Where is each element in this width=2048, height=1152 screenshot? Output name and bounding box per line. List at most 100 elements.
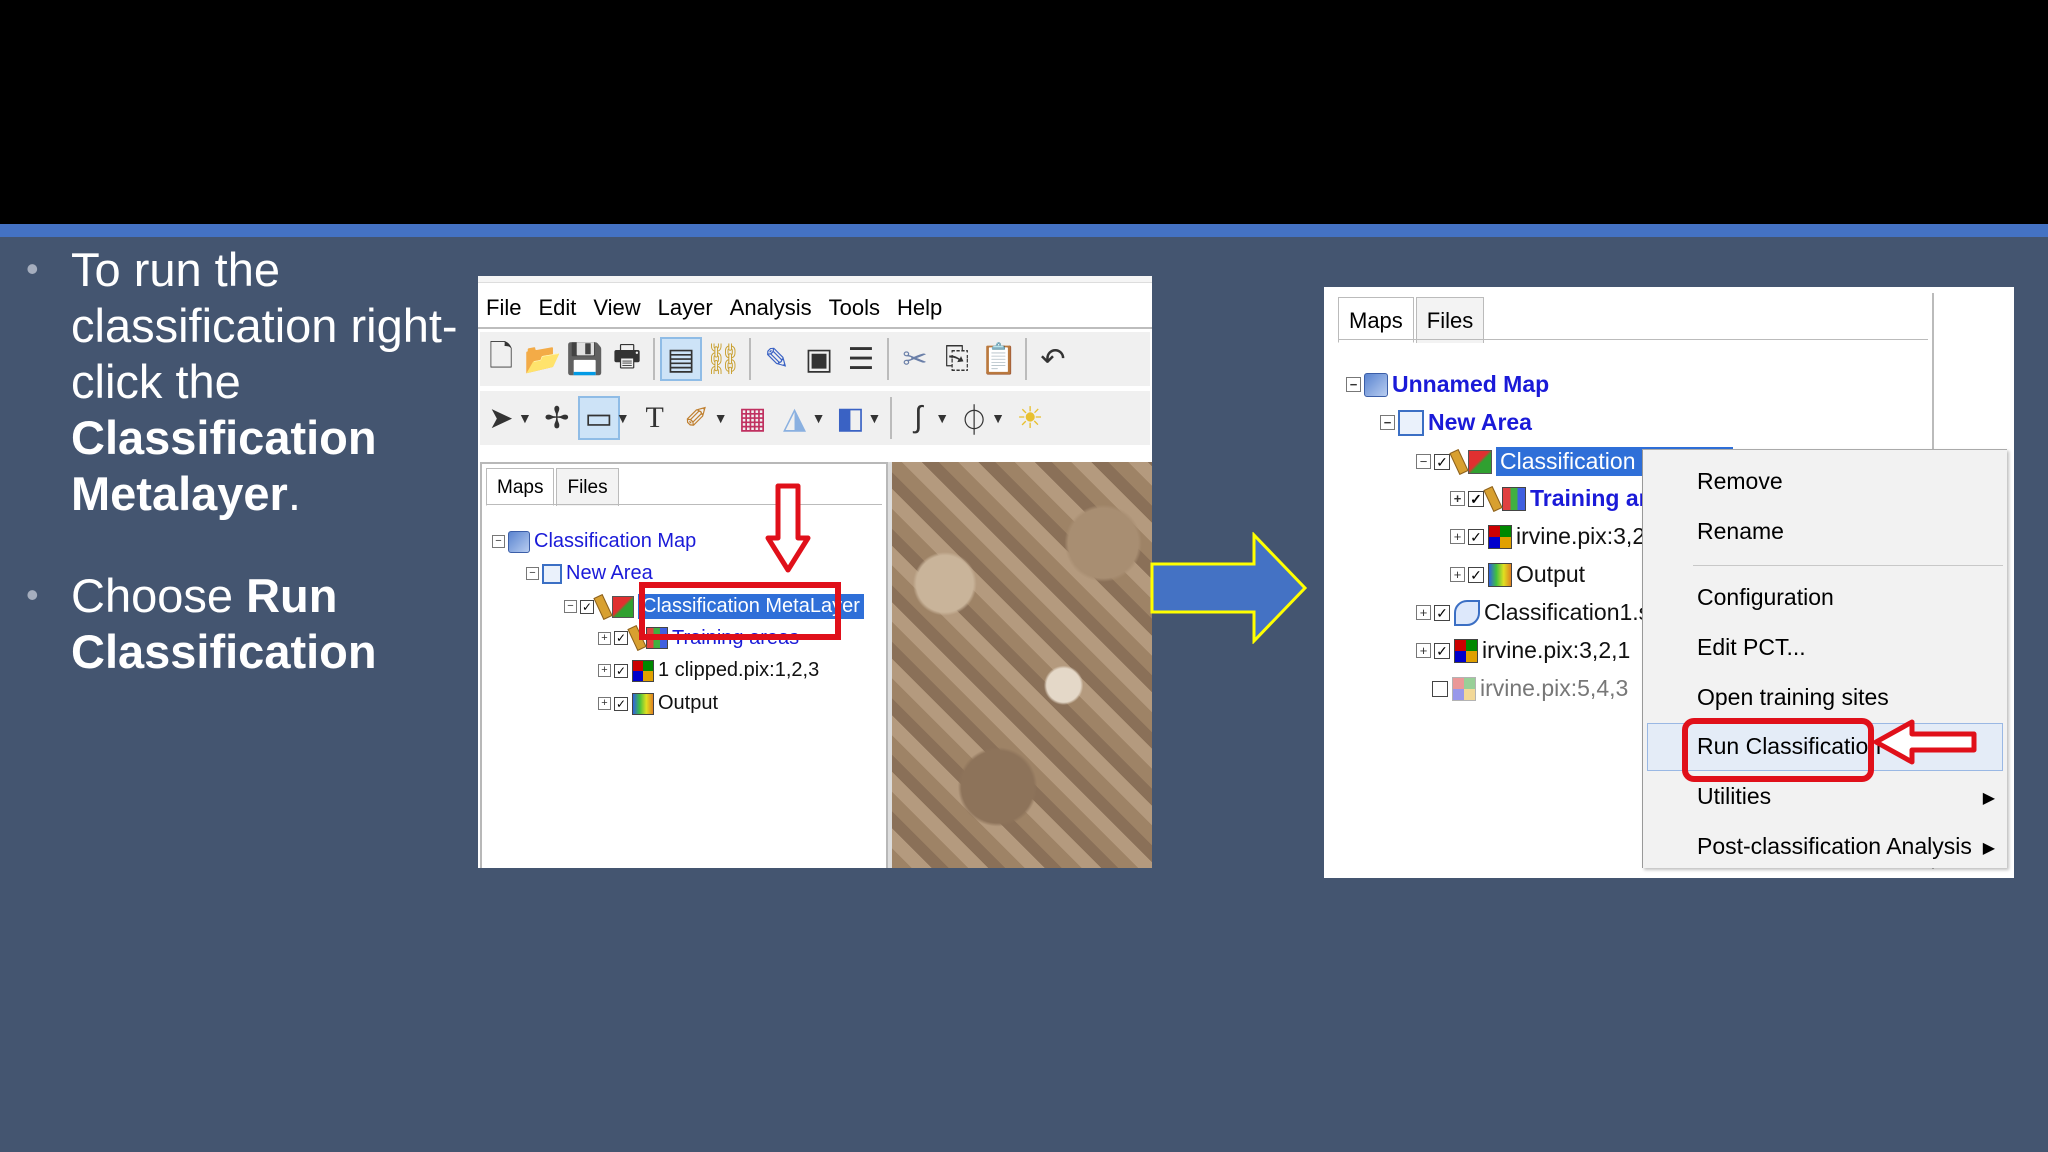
- chevron-down-icon[interactable]: ▼: [812, 410, 826, 426]
- tree-row-raster-3[interactable]: irvine.pix:5,4,3: [1432, 675, 1628, 702]
- visibility-checkbox[interactable]: ✓: [614, 696, 628, 711]
- collapse-icon[interactable]: −: [564, 600, 577, 613]
- visibility-checkbox[interactable]: ✓: [1434, 604, 1450, 621]
- chevron-down-icon[interactable]: ▼: [991, 410, 1005, 426]
- tab-files[interactable]: Files: [1415, 297, 1485, 343]
- chevron-down-icon[interactable]: ▼: [714, 410, 728, 426]
- map-icon: [508, 530, 530, 553]
- expand-icon[interactable]: +: [1416, 605, 1431, 620]
- tree-row-area[interactable]: − New Area: [1380, 409, 1532, 436]
- tree-label: Output: [1516, 561, 1586, 587]
- tree-row-shapefile[interactable]: + ✓ Classification1.shp: [1416, 599, 1676, 626]
- menu-item-open-training-sites[interactable]: Open training sites: [1697, 684, 1889, 711]
- expand-icon[interactable]: +: [1416, 643, 1431, 658]
- properties-icon[interactable]: ▤: [660, 337, 702, 381]
- menu-item-edit-pct[interactable]: Edit PCT...: [1697, 634, 1806, 661]
- chevron-down-icon[interactable]: ▼: [518, 410, 532, 426]
- collapse-icon[interactable]: −: [526, 567, 539, 580]
- save-icon[interactable]: 💾: [564, 337, 606, 381]
- visibility-checkbox[interactable]: ✓: [614, 631, 628, 645]
- chevron-down-icon[interactable]: ▼: [935, 410, 949, 426]
- tree-row-output[interactable]: + ✓ Output: [1450, 561, 1585, 588]
- brush-icon[interactable]: ✐: [676, 396, 718, 440]
- tree-row-training[interactable]: + ✓ Training are: [1450, 485, 1660, 512]
- visibility-checkbox[interactable]: ✓: [580, 599, 594, 614]
- expand-icon[interactable]: +: [598, 697, 611, 710]
- chevron-down-icon[interactable]: ▼: [616, 410, 630, 426]
- collapse-icon[interactable]: −: [492, 535, 505, 548]
- rectangle-icon[interactable]: ▭: [577, 396, 620, 440]
- select-pointer-icon[interactable]: ➤: [480, 396, 522, 440]
- tab-files[interactable]: Files: [556, 468, 619, 506]
- visibility-checkbox[interactable]: ✓: [1468, 490, 1484, 507]
- visibility-checkbox[interactable]: ✓: [1434, 642, 1450, 659]
- measure-icon[interactable]: ∫: [897, 396, 939, 440]
- fill-icon[interactable]: ◮: [774, 396, 816, 440]
- tab-maps[interactable]: Maps: [1338, 297, 1414, 343]
- tree-label: Classification Map: [534, 530, 697, 552]
- pencil-icon: [1449, 448, 1469, 475]
- copy-icon[interactable]: ⎘: [936, 337, 978, 381]
- tree-label: irvine.pix:5,4,3: [1480, 675, 1629, 701]
- link-icon[interactable]: ⛓: [702, 337, 744, 381]
- open-folder-icon[interactable]: 📂: [522, 337, 564, 381]
- tree-row-raster[interactable]: + ✓ 1 clipped.pix:1,2,3: [598, 659, 819, 682]
- pick-color-icon[interactable]: ◧: [829, 396, 871, 440]
- layers-icon[interactable]: ☰: [840, 337, 882, 381]
- menu-help[interactable]: Help: [889, 295, 951, 321]
- expand-icon[interactable]: +: [598, 631, 611, 645]
- menu-item-utilities[interactable]: Utilities: [1697, 783, 1771, 810]
- metalayer-icon: [1468, 449, 1492, 474]
- new-file-icon[interactable]: 🗋: [480, 337, 522, 381]
- output-layer-icon: [1488, 562, 1512, 587]
- window-icon[interactable]: ▣: [798, 337, 840, 381]
- menu-separator: [1693, 565, 2003, 566]
- visibility-checkbox[interactable]: ✓: [1434, 453, 1450, 470]
- expand-icon[interactable]: +: [598, 664, 611, 677]
- text-icon[interactable]: T: [634, 396, 676, 440]
- paste-icon[interactable]: 📋: [978, 337, 1020, 381]
- cut-icon[interactable]: ✂: [894, 337, 936, 381]
- menu-file[interactable]: File: [478, 295, 530, 321]
- tab-maps[interactable]: Maps: [486, 468, 555, 506]
- menu-analysis[interactable]: Analysis: [722, 295, 821, 321]
- tree-row-area[interactable]: − New Area: [526, 562, 653, 585]
- expand-icon[interactable]: +: [1450, 567, 1465, 582]
- expand-icon[interactable]: +: [1450, 529, 1465, 544]
- visibility-checkbox[interactable]: ✓: [1468, 566, 1484, 583]
- north-arrow-icon[interactable]: ⏀: [953, 396, 995, 440]
- chevron-down-icon[interactable]: ▼: [867, 410, 881, 426]
- tree-row-map[interactable]: − Classification Map: [492, 530, 696, 553]
- main-toolbar: 🗋 📂 💾 🖶 ▤ ⛓ ✎ ▣ ☰ ✂ ⎘ 📋 ↶: [480, 332, 1150, 386]
- tree-row-raster[interactable]: + ✓ irvine.pix:3,2,1: [1450, 523, 1664, 550]
- menu-item-rename[interactable]: Rename: [1697, 518, 1784, 545]
- menu-item-post-classification[interactable]: Post-classification Analysis: [1697, 833, 1972, 860]
- bullet-text: Choose: [71, 569, 247, 622]
- tree-label: irvine.pix:3,2,1: [1482, 637, 1631, 663]
- collapse-icon[interactable]: −: [1346, 377, 1361, 392]
- menu-view[interactable]: View: [585, 295, 649, 321]
- menu-edit[interactable]: Edit: [530, 295, 585, 321]
- vertex-edit-icon[interactable]: ✢: [536, 396, 578, 440]
- raster-grid-icon[interactable]: ▦: [732, 396, 774, 440]
- undo-icon[interactable]: ↶: [1032, 337, 1074, 381]
- tree-row-map[interactable]: − Unnamed Map: [1346, 371, 1549, 398]
- visibility-checkbox[interactable]: [1432, 680, 1448, 697]
- visibility-checkbox[interactable]: ✓: [1468, 528, 1484, 545]
- eraser-icon[interactable]: ✎: [756, 337, 798, 381]
- tree-row-raster-2[interactable]: + ✓ irvine.pix:3,2,1: [1416, 637, 1630, 664]
- print-icon[interactable]: 🖶: [606, 337, 648, 381]
- collapse-icon[interactable]: −: [1380, 415, 1395, 430]
- sun-icon[interactable]: ☀: [1009, 396, 1051, 440]
- visibility-checkbox[interactable]: ✓: [614, 663, 628, 678]
- tab-divider: [1338, 339, 1928, 340]
- highlight-box: [1682, 718, 1874, 782]
- collapse-icon[interactable]: −: [1416, 454, 1431, 469]
- image-view[interactable]: [888, 462, 1152, 868]
- menu-item-configuration[interactable]: Configuration: [1697, 584, 1834, 611]
- menu-tools[interactable]: Tools: [821, 295, 889, 321]
- tree-row-output[interactable]: + ✓ Output: [598, 692, 718, 715]
- menu-item-remove[interactable]: Remove: [1697, 468, 1783, 495]
- menu-layer[interactable]: Layer: [650, 295, 722, 321]
- expand-icon[interactable]: +: [1450, 491, 1465, 506]
